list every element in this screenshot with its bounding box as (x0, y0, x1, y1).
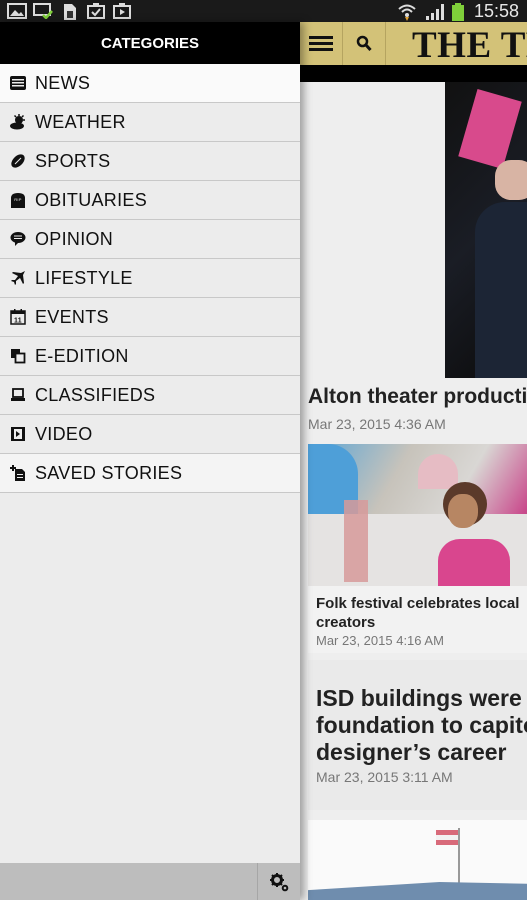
wifi-icon (398, 4, 416, 21)
menu-item-label: VIDEO (35, 423, 93, 444)
article-card[interactable] (308, 820, 527, 900)
menu-item-label: LIFESTYLE (35, 267, 133, 288)
menu-item-label: NEWS (35, 72, 91, 93)
menu-item-label: EVENTS (35, 306, 109, 327)
menu-item-label: OBITUARIES (35, 189, 148, 210)
article-card[interactable]: ISD buildings were foundation to capitol… (308, 660, 527, 810)
film-play-icon (9, 425, 27, 443)
newspaper-icon (9, 74, 27, 92)
menu-item-obituaries[interactable]: RIP OBITUARIES (0, 181, 300, 220)
article-date: Mar 23, 2015 4:36 AM (308, 416, 446, 432)
media-bag-icon (113, 3, 131, 19)
masthead-logo[interactable]: THE TELEGRAPH (412, 24, 527, 67)
featured-article-image[interactable] (300, 82, 527, 378)
calendar-icon: 11 (9, 308, 27, 326)
news-feed[interactable]: THE TELEGRAPH Alton theater production M… (300, 22, 527, 900)
title-line: designer’s career (316, 739, 507, 765)
title-line: foundation to capitol (316, 712, 527, 738)
menu-item-classifieds[interactable]: CLASSIFIEDS (0, 376, 300, 415)
menu-item-label: SAVED STORIES (35, 462, 183, 483)
clock: 15:58 (473, 1, 519, 21)
sim-card-icon (64, 4, 76, 20)
add-bookmark-icon (9, 464, 27, 482)
article-title: ISD buildings were foundation to capitol… (316, 685, 527, 766)
category-menu: NEWS WEATHER SPORTS RIP OBITUARIES OPINI… (0, 64, 300, 493)
laptop-icon (9, 386, 27, 404)
airplane-icon (9, 269, 27, 287)
signal-icon (426, 4, 444, 20)
search-button[interactable] (343, 22, 386, 65)
menu-item-video[interactable]: VIDEO (0, 415, 300, 454)
article-card[interactable]: Folk festival celebrates local creators … (308, 444, 527, 653)
menu-item-lifestyle[interactable]: LIFESTYLE (0, 259, 300, 298)
tombstone-icon: RIP (9, 191, 27, 209)
weather-icon (9, 113, 27, 131)
drawer-footer (0, 863, 300, 900)
menu-item-label: WEATHER (35, 111, 126, 132)
menu-item-label: CLASSIFIEDS (35, 384, 156, 405)
search-icon (356, 35, 372, 52)
clipboard-check-icon (87, 3, 105, 19)
article-photo (308, 444, 527, 586)
pages-icon (9, 347, 27, 365)
app-bar: THE TELEGRAPH (300, 22, 527, 66)
hamburger-icon (309, 36, 333, 51)
speech-bubble-icon (9, 230, 27, 248)
menu-item-weather[interactable]: WEATHER (0, 103, 300, 142)
menu-item-e-edition[interactable]: E-EDITION (0, 337, 300, 376)
article-photo (308, 820, 527, 900)
featured-photo (445, 82, 527, 378)
status-bar: 15:58 (0, 0, 527, 22)
menu-item-label: OPINION (35, 228, 114, 249)
article-date: Mar 23, 2015 4:16 AM (316, 633, 444, 648)
menu-item-label: SPORTS (35, 150, 111, 171)
settings-button[interactable] (257, 863, 300, 900)
article-date: Mar 23, 2015 3:11 AM (316, 769, 453, 785)
menu-item-saved-stories[interactable]: SAVED STORIES (0, 454, 300, 493)
article-title[interactable]: Alton theater production (308, 385, 527, 409)
football-icon (9, 152, 27, 170)
masthead-divider (300, 66, 527, 82)
menu-button[interactable] (300, 22, 343, 65)
cast-check-icon (33, 3, 53, 19)
gallery-icon (7, 3, 27, 19)
battery-icon (452, 3, 464, 21)
menu-item-label: E-EDITION (35, 345, 129, 366)
calendar-day: 11 (14, 318, 22, 325)
menu-item-events[interactable]: 11 EVENTS (0, 298, 300, 337)
drawer-title: CATEGORIES (0, 22, 300, 64)
gears-icon (270, 872, 289, 891)
menu-item-opinion[interactable]: OPINION (0, 220, 300, 259)
menu-item-news[interactable]: NEWS (0, 64, 300, 103)
article-title: Folk festival celebrates local creators (316, 595, 520, 631)
title-line: ISD buildings were (316, 685, 522, 711)
svg-text:RIP: RIP (14, 197, 22, 202)
navigation-drawer: CATEGORIES NEWS WEATHER SPORTS RIP OBITU… (0, 22, 300, 900)
menu-item-sports[interactable]: SPORTS (0, 142, 300, 181)
